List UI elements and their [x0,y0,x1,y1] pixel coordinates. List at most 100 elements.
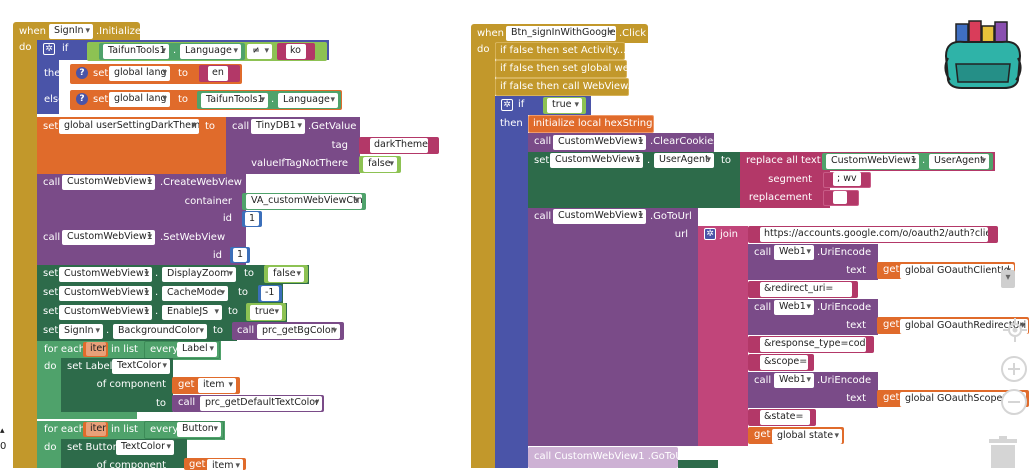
set-keyword: set [43,325,59,336]
chevron-down-icon[interactable]: ▾ [1002,272,1014,284]
language-dropdown[interactable]: Language [278,93,338,108]
operator-dropdown[interactable]: ≠ [247,44,272,59]
call-keyword: call [754,375,772,386]
property-dropdown[interactable]: UserAgent [654,153,714,168]
join-keyword: join [720,229,739,240]
call-keyword: call [237,325,255,336]
web1-dropdown[interactable]: Web1 [774,300,814,315]
zoom-out-icon[interactable] [1000,388,1028,416]
cwv-dropdown[interactable]: CustomWebView1 [553,135,646,150]
taifun-dropdown[interactable]: TaifunTools1 [201,93,268,108]
variable-dropdown[interactable]: global GOauthClientId [900,264,1014,279]
cwv-dropdown[interactable]: CustomWebView1 [59,305,152,320]
join-block[interactable] [698,226,748,446]
property-dropdown[interactable]: CacheMode [162,286,228,301]
to-keyword: to [205,121,216,132]
cwv-dropdown[interactable]: CustomWebView1 [826,154,919,169]
gear-icon[interactable]: ✲ [43,43,55,55]
question-icon[interactable]: ? [76,93,88,105]
text-redirect[interactable]: &redirect_uri= [760,282,852,297]
text-resptype[interactable]: &response_type=code [760,337,866,352]
replacement-label: replacement [748,192,812,203]
text-darktheme[interactable]: darkTheme [370,138,428,153]
getvalue-method: .GetValue [308,121,357,132]
label-dropdown[interactable]: Label [177,342,217,357]
to-keyword: to [213,325,224,336]
item-name[interactable]: item [86,342,106,356]
text-empty[interactable] [833,191,847,204]
property-dropdown[interactable]: DisplayZoom [162,267,236,282]
call-gotourl[interactable] [528,208,698,446]
web1-dropdown[interactable]: Web1 [774,245,814,260]
event-name: .Initialize [96,26,142,37]
cwv-dropdown[interactable]: CustomWebView1 [62,175,155,190]
cwv-dropdown[interactable]: CustomWebView1 [550,153,643,168]
signin-dropdown[interactable]: SignIn [59,324,103,339]
get-keyword: get [754,429,771,440]
va-dropdown[interactable]: VA_customWebViewCtn [246,194,362,209]
property-dropdown[interactable]: TextColor [116,440,174,455]
variable-dropdown-lang[interactable]: global lang [109,66,170,81]
number-neg1[interactable]: -1 [261,286,279,301]
property-dropdown[interactable]: BackgroundColor [113,324,207,339]
false-dropdown[interactable]: false [363,157,397,172]
tinydb-dropdown[interactable]: TinyDB1 [251,119,305,134]
to-keyword: to [155,398,166,409]
if-keyword: if [62,43,69,54]
cwv-dropdown[interactable]: CustomWebView1 [59,267,152,282]
do-keyword: do [477,44,490,55]
else-keyword: else [44,94,65,105]
call-keyword: call [534,211,552,222]
property-dropdown[interactable]: TextColor [112,359,170,374]
text-wv[interactable]: ; wv [833,172,861,186]
item-dropdown[interactable]: item [198,378,236,393]
true-dropdown[interactable]: true [250,305,282,320]
web1-dropdown[interactable]: Web1 [774,373,814,388]
text-state[interactable]: &state= [760,410,810,425]
get-keyword: get [189,459,206,470]
button-dropdown[interactable]: Button [177,422,221,437]
call-keyword: call [43,232,61,243]
variable-dropdown[interactable]: global state [772,429,842,444]
text-ko[interactable]: ko [286,44,306,59]
question-icon[interactable]: ? [76,67,88,79]
item-name[interactable]: item [86,422,106,436]
gear-icon[interactable]: ✲ [501,99,513,111]
backpack-icon[interactable] [942,18,1024,92]
text-en[interactable]: en [208,66,228,81]
text-google-url[interactable]: https://accounts.google.com/o/oauth2/aut… [760,227,988,242]
false-dropdown[interactable]: false [268,267,304,282]
procedure-dropdown[interactable]: prc_getBgColor [257,324,340,339]
component-dropdown-signin[interactable]: SignIn [49,24,93,39]
to-keyword: to [228,306,239,317]
inlist-keyword: in list [111,424,138,435]
dot-sep: . [155,287,159,298]
trash-icon[interactable] [986,436,1020,468]
call-keyword: call [43,177,61,188]
number-one[interactable]: 1 [245,212,259,226]
dot-sep: . [106,325,110,336]
gear-icon[interactable]: ✲ [704,228,716,240]
variable-dropdown-lang[interactable]: global lang [109,92,170,107]
number-one[interactable]: 1 [233,248,247,262]
then-keyword: then [44,68,67,79]
property-dropdown[interactable]: UserAgent [929,154,989,169]
cwv-dropdown[interactable]: CustomWebView1 [553,209,646,224]
setwebview-method: .SetWebView [160,232,226,243]
to-keyword: to [244,268,255,279]
variable-dropdown-dark[interactable]: global userSettingDarkTheme [59,119,199,134]
zoom-target-icon[interactable] [1002,317,1028,343]
cwv-dropdown[interactable]: CustomWebView1 [59,286,152,301]
component-dropdown-google[interactable]: Btn_signInWithGoogle [506,26,616,41]
item-dropdown[interactable]: item [207,459,243,474]
true-dropdown[interactable]: true [547,98,582,113]
tag-label: tag [331,140,348,151]
property-dropdown[interactable]: EnableJS [162,305,222,320]
text-scope[interactable]: &scope= [760,355,808,370]
procedure-dropdown[interactable]: prc_getDefaultTextColor [200,396,322,411]
cwv-dropdown[interactable]: CustomWebView1 [62,230,155,245]
language-dropdown[interactable]: Language [180,44,241,59]
dot-sep: . [647,155,651,166]
zoom-in-icon[interactable] [1000,355,1028,383]
taifun-dropdown[interactable]: TaifunTools1 [103,44,169,59]
